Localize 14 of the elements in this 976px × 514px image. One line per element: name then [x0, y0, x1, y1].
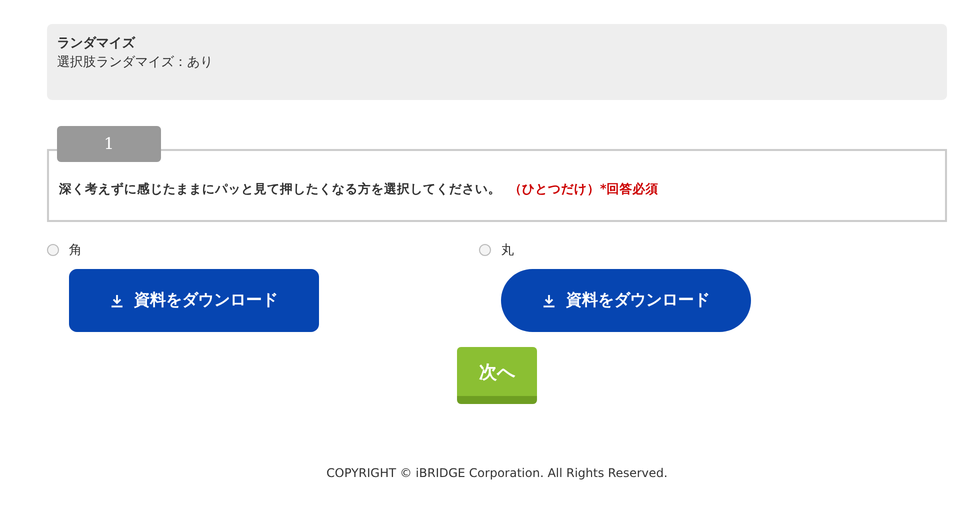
download-button[interactable]: 資料をダウンロード	[501, 269, 751, 332]
info-title: ランダマイズ	[57, 35, 136, 53]
option-label[interactable]: 角	[69, 241, 82, 259]
question-text: 深く考えずに感じたままにパッと見て押したくなる方を選択してください。	[59, 181, 501, 196]
info-text: 選択肢ランダマイズ：あり	[57, 54, 214, 72]
required-note: （ひとつだけ）*回答必須	[509, 181, 659, 196]
radio-button[interactable]	[47, 244, 59, 256]
radio-button[interactable]	[479, 244, 491, 256]
copyright-text: COPYRIGHT © iBRIDGE Corporation. All Rights Reserved.	[325, 466, 669, 480]
question-number: 1	[57, 126, 161, 162]
option-label[interactable]: 丸	[501, 241, 514, 259]
download-button[interactable]: 資料をダウンロード	[69, 269, 319, 332]
download-icon	[542, 294, 556, 308]
download-icon	[110, 294, 124, 308]
